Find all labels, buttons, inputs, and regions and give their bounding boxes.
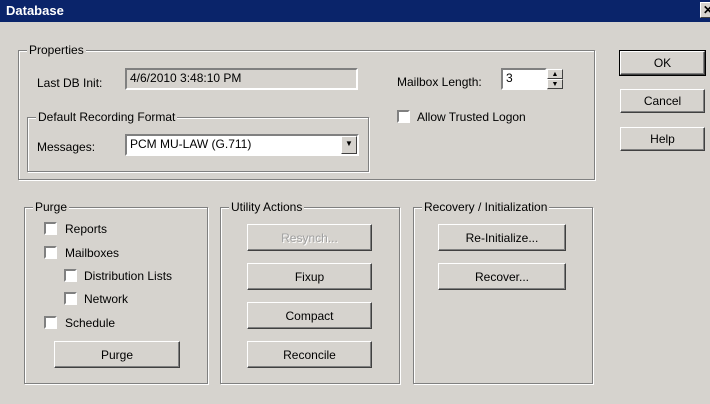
mailbox-length-input[interactable]: 3 (501, 68, 547, 90)
allow-trusted-logon-label[interactable]: Allow Trusted Logon (417, 110, 526, 124)
title-bar: Database ✕ (0, 0, 710, 22)
properties-group-label: Properties (27, 43, 86, 57)
spin-down-icon[interactable]: ▼ (547, 79, 563, 89)
purge-button[interactable]: Purge (54, 341, 180, 368)
distribution-lists-label[interactable]: Distribution Lists (84, 269, 172, 283)
recover-button[interactable]: Recover... (438, 263, 566, 290)
cancel-button[interactable]: Cancel (620, 89, 705, 113)
messages-label: Messages: (37, 140, 96, 154)
fixup-button[interactable]: Fixup (247, 263, 372, 290)
purge-group-label: Purge (33, 200, 70, 214)
help-button[interactable]: Help (620, 127, 705, 151)
recovery-group-label: Recovery / Initialization (422, 200, 550, 214)
messages-select[interactable]: PCM MU-LAW (G.711) (125, 134, 359, 156)
network-label[interactable]: Network (84, 292, 128, 306)
resynch-button: Resynch... (247, 224, 372, 251)
last-db-init-label: Last DB Init: (37, 76, 103, 90)
close-icon[interactable]: ✕ (700, 2, 710, 18)
ok-button[interactable]: OK (619, 50, 706, 76)
utility-actions-group-label: Utility Actions (229, 200, 305, 214)
schedule-checkbox[interactable] (44, 316, 57, 329)
reports-checkbox[interactable] (44, 222, 57, 235)
recording-format-group-label: Default Recording Format (36, 110, 178, 124)
allow-trusted-logon-checkbox[interactable] (397, 110, 410, 123)
chevron-down-icon[interactable]: ▼ (341, 136, 357, 154)
mailboxes-label[interactable]: Mailboxes (65, 246, 119, 260)
mailboxes-checkbox[interactable] (44, 246, 57, 259)
network-checkbox[interactable] (64, 292, 77, 305)
reconcile-button[interactable]: Reconcile (247, 341, 372, 368)
mailbox-length-label: Mailbox Length: (397, 75, 482, 89)
last-db-init-field: 4/6/2010 3:48:10 PM (125, 68, 358, 90)
window-title: Database (6, 3, 64, 18)
distribution-lists-checkbox[interactable] (64, 269, 77, 282)
reinitialize-button[interactable]: Re-Initialize... (438, 224, 566, 251)
schedule-label[interactable]: Schedule (65, 316, 115, 330)
spin-up-icon[interactable]: ▲ (547, 69, 563, 79)
compact-button[interactable]: Compact (247, 302, 372, 329)
reports-label[interactable]: Reports (65, 222, 107, 236)
